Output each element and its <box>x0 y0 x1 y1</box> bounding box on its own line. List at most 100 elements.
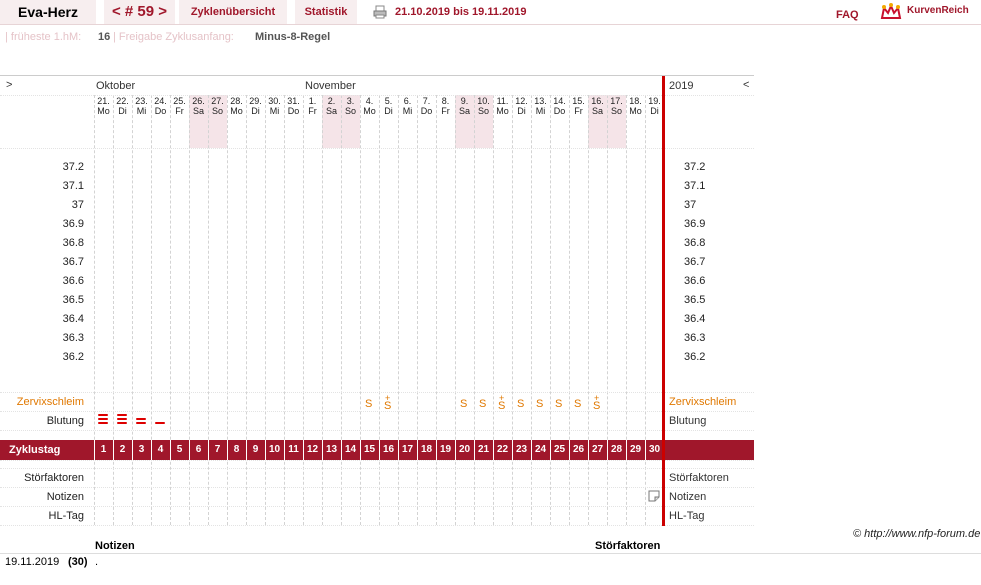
day-weekday: So <box>477 106 489 116</box>
day-header: 31. Do <box>284 96 303 116</box>
logo-text[interactable]: KurvenReich <box>907 5 969 16</box>
day-header: 22. Di <box>113 96 132 116</box>
cycle-day-number: 28 <box>610 444 623 455</box>
cycle-day-number: 2 <box>119 444 126 455</box>
day-header: 11. Mo <box>493 96 512 116</box>
temp-axis-label-right: 36.7 <box>684 256 706 268</box>
day-date: 26. <box>192 96 205 106</box>
day-header: 24. Do <box>151 96 170 116</box>
cervical-mucus-mark: S <box>365 398 373 410</box>
day-weekday: Sa <box>325 106 337 116</box>
cervical-mucus-mark: + S <box>384 393 392 412</box>
day-weekday: Do <box>553 106 566 116</box>
row-label-disturbances: Störfaktoren <box>24 472 84 484</box>
temp-axis-label-right: 36.4 <box>684 313 706 325</box>
nav-next-button[interactable]: < <box>743 79 749 91</box>
cycle-navigator[interactable]: < # 59 > <box>104 0 175 24</box>
day-weekday: Fr <box>308 106 317 116</box>
temp-axis-label: 37.1 <box>62 180 84 192</box>
day-date: 29. <box>249 96 262 106</box>
temp-axis-label-right: 37 <box>684 199 697 211</box>
cycle-day-number: 20 <box>458 444 471 455</box>
row-label-cervical-mucus: Zervixschleim <box>16 396 84 408</box>
printer-icon[interactable] <box>373 5 387 19</box>
tab-statistics[interactable]: Statistik <box>295 0 357 24</box>
credit-text: © http://www.nfp-forum.de <box>853 528 981 540</box>
cycle-day-number: 16 <box>382 444 395 455</box>
month-label-october: Oktober <box>96 80 136 92</box>
day-date: 7. <box>422 96 431 106</box>
day-weekday: Di <box>517 106 526 116</box>
cycle-day-number: 22 <box>496 444 509 455</box>
cervical-mucus-mark: S <box>574 398 582 410</box>
day-header: 18. Mo <box>626 96 645 116</box>
grid-row-line <box>0 525 754 526</box>
cycle-day-number: 24 <box>534 444 547 455</box>
row-label-bleeding-right: Blutung <box>669 415 707 427</box>
cycle-day-number: 23 <box>515 444 528 455</box>
day-weekday: So <box>344 106 356 116</box>
cycle-day-number: 5 <box>176 444 183 455</box>
temp-axis-label-right: 36.9 <box>684 218 706 230</box>
day-weekday: Mo <box>629 106 642 116</box>
footer-note: . <box>95 556 99 568</box>
day-header: 28. Mo <box>227 96 246 116</box>
day-date: 6. <box>403 96 412 106</box>
day-date: 17. <box>610 96 623 106</box>
cycle-day-number: 4 <box>157 444 164 455</box>
day-header: 10. So <box>474 96 493 116</box>
temp-axis-label-right: 36.6 <box>684 275 706 287</box>
temp-axis-label: 36.2 <box>62 351 84 363</box>
day-header: 13. Mi <box>531 96 550 116</box>
grid-row-line <box>0 430 754 431</box>
day-date: 14. <box>553 96 566 106</box>
day-weekday: Mo <box>230 106 243 116</box>
bleeding-mark <box>117 414 127 416</box>
grid-row-line <box>0 148 754 149</box>
note-icon[interactable] <box>648 490 660 502</box>
day-date: 13. <box>534 96 547 106</box>
day-date: 5. <box>384 96 393 106</box>
grid-row-line <box>0 460 754 461</box>
footer-date: 19.11.2019 <box>5 556 60 568</box>
day-header: 9. Sa <box>455 96 474 116</box>
day-header: 27. So <box>208 96 227 116</box>
nav-prev-button[interactable]: > <box>6 79 12 91</box>
day-date: 30. <box>268 96 281 106</box>
cervical-mucus-mark: + S <box>498 393 506 412</box>
cycle-day-number: 26 <box>572 444 585 455</box>
cervical-mucus-mark: S <box>517 398 525 410</box>
bleeding-mark <box>98 418 108 420</box>
day-weekday: Mo <box>363 106 376 116</box>
day-header: 4. Mo <box>360 96 379 116</box>
day-date: 21. <box>97 96 110 106</box>
faq-link[interactable]: FAQ <box>836 9 859 21</box>
day-header: 15. Fr <box>569 96 588 116</box>
grid-row-line <box>0 487 754 488</box>
cycle-day-number: 15 <box>363 444 376 455</box>
cycle-day-number: 6 <box>195 444 202 455</box>
day-weekday: Sa <box>192 106 204 116</box>
day-header: 17. So <box>607 96 626 116</box>
earliest-hm-value: 16 <box>98 31 111 43</box>
temp-axis-label-right: 36.5 <box>684 294 706 306</box>
temp-axis-label: 36.9 <box>62 218 84 230</box>
day-weekday: Di <box>251 106 260 116</box>
temp-axis-label-right: 36.2 <box>684 351 706 363</box>
bleeding-mark <box>117 418 127 420</box>
day-header: 25. Fr <box>170 96 189 116</box>
day-date: 31. <box>287 96 300 106</box>
day-weekday: So <box>211 106 223 116</box>
day-date: 22. <box>116 96 129 106</box>
crown-logo-icon[interactable] <box>880 3 902 21</box>
day-weekday: Di <box>118 106 127 116</box>
day-date: 3. <box>346 96 355 106</box>
cycle-chart: > < Oktober November 2019 21. Mo 22. Di 23. M… <box>0 75 754 526</box>
day-header: 12. Di <box>512 96 531 116</box>
cycle-day-number: 19 <box>439 444 452 455</box>
cycle-day-number: 21 <box>477 444 490 455</box>
tab-cycle-overview[interactable]: Zyklenübersicht <box>179 0 287 24</box>
cervical-mucus-mark: S <box>460 398 468 410</box>
cycle-release-value: Minus-8-Regel <box>255 31 331 43</box>
cycle-day-number: 25 <box>553 444 566 455</box>
